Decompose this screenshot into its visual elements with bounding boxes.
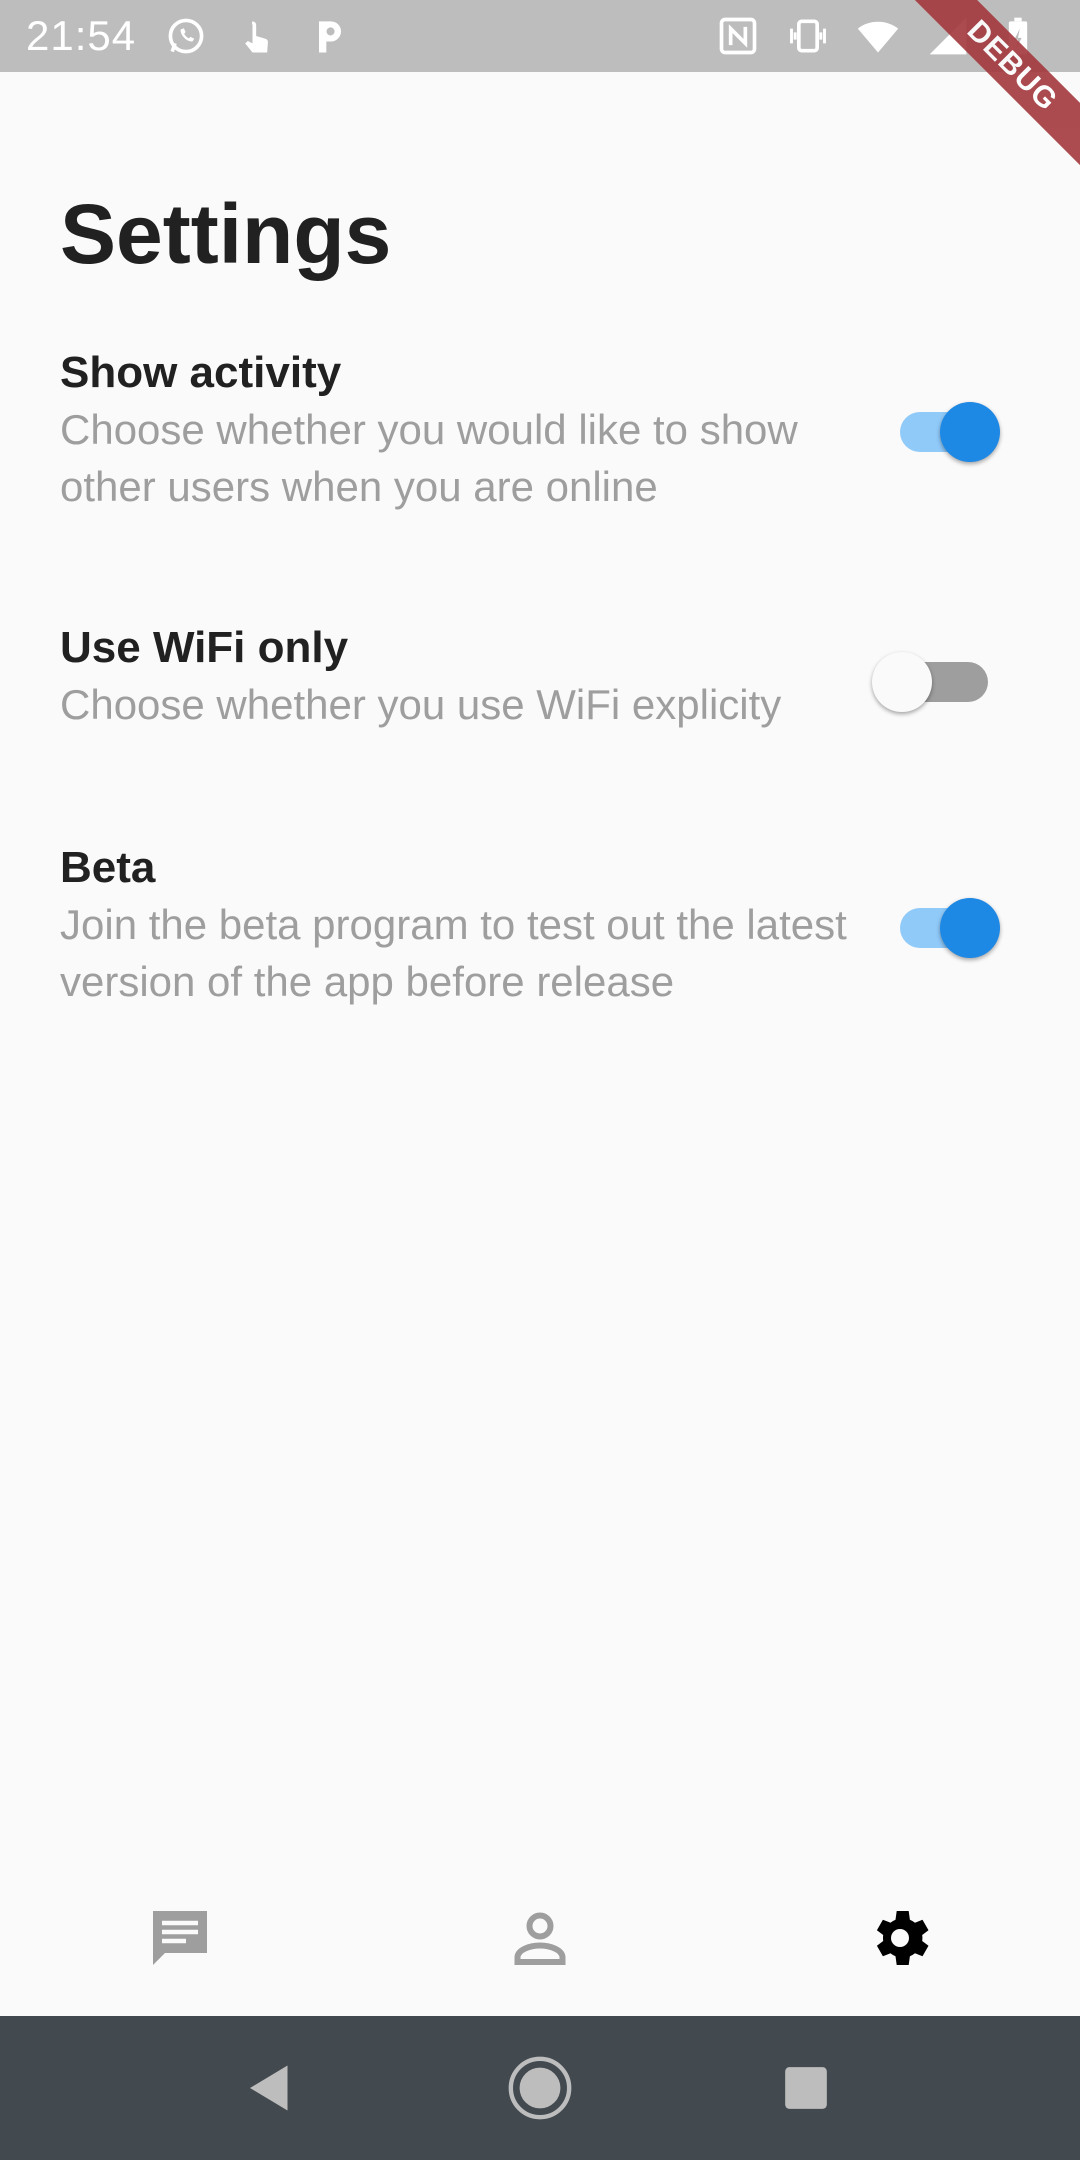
whatsapp-icon	[164, 14, 208, 58]
home-button[interactable]	[504, 2052, 576, 2124]
signal-icon	[926, 14, 970, 58]
setting-description: Choose whether you use WiFi explicity	[60, 681, 782, 728]
page-title: Settings	[60, 187, 392, 281]
switch-thumb	[872, 652, 932, 712]
switch-thumb	[940, 402, 1000, 462]
wifi-icon	[856, 14, 900, 58]
beta-switch[interactable]	[882, 894, 1002, 958]
setting-beta[interactable]: Beta Join the beta program to test out t…	[60, 840, 1020, 1010]
chat-icon	[153, 1911, 207, 1965]
recents-button[interactable]	[770, 2052, 842, 2124]
nfc-icon	[716, 14, 760, 58]
home-icon	[508, 2056, 572, 2120]
setting-title: Beta	[60, 843, 156, 892]
nav-item-profile[interactable]	[360, 1860, 720, 2016]
status-left-icons	[164, 14, 352, 58]
setting-show-activity[interactable]: Show activity Choose whether you would l…	[60, 345, 1020, 515]
nav-item-settings[interactable]	[720, 1860, 1080, 2016]
person-icon	[514, 1912, 566, 1965]
settings-gear-icon	[876, 1911, 929, 1965]
setting-title: Show activity	[60, 348, 342, 397]
back-icon	[250, 2065, 288, 2111]
setting-description: Choose whether you would like to show ot…	[60, 406, 798, 510]
use-wifi-only-switch[interactable]	[872, 648, 992, 712]
nav-item-chat[interactable]	[0, 1860, 360, 2016]
system-navigation-bar	[0, 2016, 1080, 2160]
switch-thumb	[940, 898, 1000, 958]
recents-icon	[785, 2067, 827, 2109]
battery-icon	[996, 14, 1040, 58]
status-bar: 21:54	[0, 0, 1080, 72]
p-icon	[308, 14, 352, 58]
status-time: 21:54	[26, 12, 137, 59]
vibrate-icon	[786, 14, 830, 58]
bottom-navigation	[0, 1860, 1080, 2016]
show-activity-switch[interactable]	[882, 398, 1002, 462]
status-right-icons	[716, 0, 1040, 72]
touch-icon	[236, 14, 280, 58]
back-button[interactable]	[234, 2052, 306, 2124]
setting-description: Join the beta program to test out the la…	[60, 901, 847, 1005]
